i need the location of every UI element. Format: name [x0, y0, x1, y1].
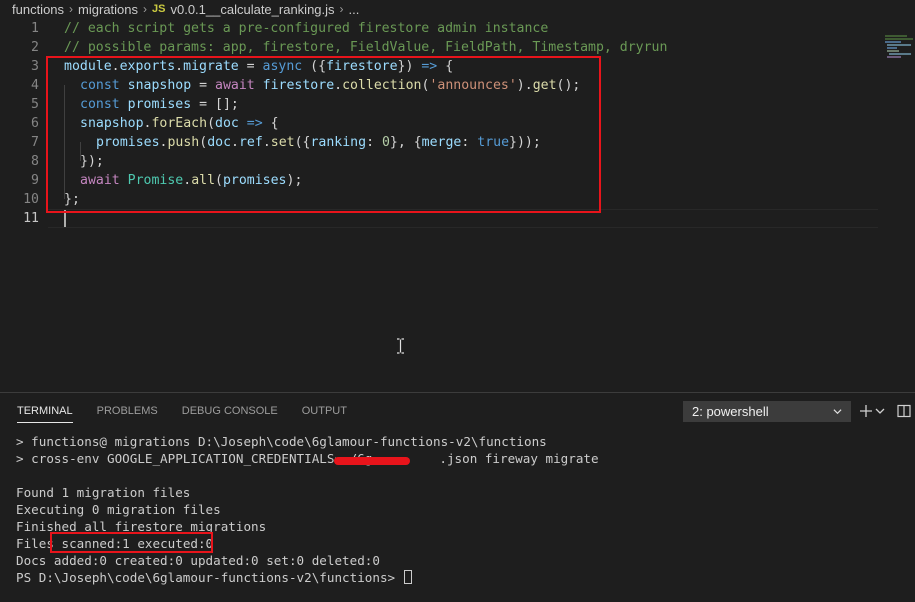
code-line: 10 };: [0, 190, 880, 209]
terminal-line: Docs added:0 created:0 updated:0 set:0 d…: [16, 553, 380, 568]
code-line: 7 promises.push(doc.ref.set({ranking: 0}…: [0, 133, 880, 152]
code-text: };: [64, 192, 80, 207]
code-line: 5 const promises = [];: [0, 95, 880, 114]
line-number: 10: [23, 192, 39, 207]
chevron-down-icon: [833, 409, 842, 415]
tab-output[interactable]: OUTPUT: [302, 393, 347, 429]
files-scanned-summary: scanned:1 executed:0: [61, 536, 214, 551]
line-number: 5: [31, 97, 39, 112]
code-text: await Promise.all(promises);: [80, 173, 303, 188]
terminal-output[interactable]: > functions@ migrations D:\Joseph\code\6…: [0, 433, 915, 601]
code-text: module.exports.migrate = async ({firesto…: [64, 59, 454, 74]
line-number: 4: [31, 78, 39, 93]
line-number: 8: [31, 154, 39, 169]
code-text: const snapshop = await firestore.collect…: [80, 78, 581, 93]
breadcrumb-file-name[interactable]: v0.0.1__calculate_ranking.js: [170, 2, 334, 17]
terminal-line: Executing 0 migration files: [16, 502, 221, 517]
code-line: 11: [0, 209, 880, 228]
code-line: 4 const snapshop = await firestore.colle…: [0, 76, 880, 95]
line-number: 6: [31, 116, 39, 131]
chevron-down-icon[interactable]: [874, 403, 886, 419]
code-line: 2 // possible params: app, firestore, Fi…: [0, 38, 880, 57]
line-number: 3: [31, 59, 39, 74]
terminal-line: Files scanned:1 executed:0: [16, 536, 214, 551]
chevron-right-icon: ›: [339, 2, 344, 16]
terminal-line: > functions@ migrations D:\Joseph\code\6…: [16, 434, 547, 449]
code-text: promises.push(doc.ref.set({ranking: 0}, …: [96, 135, 541, 150]
line-number: 9: [31, 173, 39, 188]
terminal-select-value: 2: powershell: [692, 404, 769, 419]
tab-problems[interactable]: PROBLEMS: [97, 393, 158, 429]
breadcrumb: functions › migrations › JS v0.0.1__calc…: [0, 0, 915, 18]
line-number: 11: [23, 211, 39, 226]
bottom-panel: TERMINAL PROBLEMS DEBUG CONSOLE OUTPUT 2…: [0, 392, 915, 602]
text-cursor: [64, 210, 66, 227]
terminal-line: Finished all firestore migrations: [16, 519, 267, 534]
code-line: 1 // each script gets a pre-configured f…: [0, 19, 880, 38]
chevron-right-icon: ›: [143, 2, 148, 16]
code-line: 8 });: [0, 152, 880, 171]
code-comment: // possible params: app, firestore, Fiel…: [64, 40, 668, 55]
split-icon[interactable]: [896, 403, 912, 419]
breadcrumb-symbols[interactable]: ...: [349, 2, 360, 17]
breadcrumb-item-migrations[interactable]: migrations: [78, 2, 138, 17]
terminal-line: Found 1 migration files: [16, 485, 191, 500]
minimap[interactable]: [885, 33, 913, 59]
code-comment: // each script gets a pre-configured fir…: [64, 21, 549, 36]
breadcrumb-item-functions[interactable]: functions: [12, 2, 64, 17]
code-line: 6 snapshop.forEach(doc => {: [0, 114, 880, 133]
line-number: 2: [31, 40, 39, 55]
tab-debug-console[interactable]: DEBUG CONSOLE: [182, 393, 278, 429]
code-line: 9 await Promise.all(promises);: [0, 171, 880, 190]
panel-tabs: TERMINAL PROBLEMS DEBUG CONSOLE OUTPUT: [0, 393, 371, 429]
mouse-ibeam-icon: [397, 338, 404, 354]
terminal-cursor: [403, 570, 412, 584]
line-number: 1: [31, 21, 39, 36]
plus-icon[interactable]: [858, 403, 874, 419]
terminal-select[interactable]: 2: powershell: [683, 401, 851, 422]
code-text: const promises = [];: [80, 97, 239, 112]
tab-terminal[interactable]: TERMINAL: [17, 393, 73, 429]
code-editor[interactable]: 1 // each script gets a pre-configured f…: [0, 19, 915, 392]
terminal-prompt: PS D:\Joseph\code\6glamour-functions-v2\…: [16, 569, 412, 586]
line-number: 7: [31, 135, 39, 150]
code-text: });: [80, 154, 104, 169]
terminal-line: > cross-env GOOGLE_APPLICATION_CREDENTIA…: [16, 451, 599, 466]
code-line: 3 module.exports.migrate = async ({fires…: [0, 57, 880, 76]
code-text: snapshop.forEach(doc => {: [80, 116, 279, 131]
javascript-file-icon: JS: [152, 3, 166, 15]
redaction-mark: [334, 457, 410, 465]
chevron-right-icon: ›: [69, 2, 74, 16]
